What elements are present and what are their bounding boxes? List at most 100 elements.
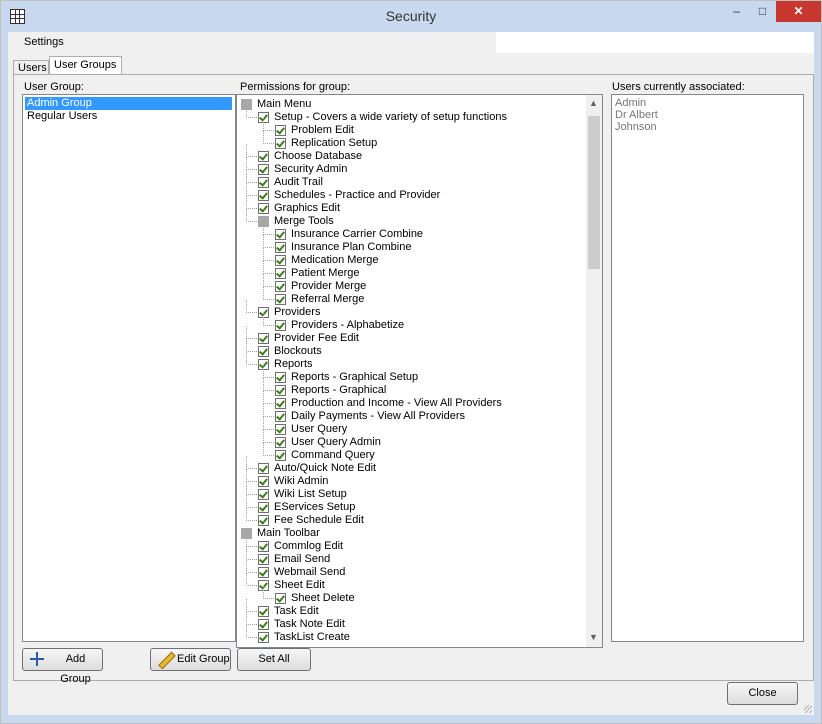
- tree-connector: [263, 390, 274, 391]
- add-group-label: Add Group: [60, 653, 91, 685]
- tree-node-label: Main Toolbar: [257, 527, 320, 539]
- tree-connector: [246, 364, 257, 365]
- tab-user-groups[interactable]: User Groups: [49, 56, 122, 75]
- list-item: Admin: [615, 97, 647, 109]
- tree-connector: [246, 534, 247, 547]
- checkbox[interactable]: [258, 619, 269, 630]
- minimize-button[interactable]: –: [724, 1, 749, 22]
- checkbox[interactable]: [275, 229, 286, 240]
- checkbox[interactable]: [275, 320, 286, 331]
- checkbox[interactable]: [258, 151, 269, 162]
- tree-connector: [246, 612, 247, 625]
- user-group-list[interactable]: Admin Group Regular Users: [22, 94, 236, 642]
- checkbox[interactable]: [258, 515, 269, 526]
- pencil-icon: [157, 651, 175, 667]
- tree-node-label: Task Edit: [274, 605, 319, 617]
- checkbox[interactable]: [258, 190, 269, 201]
- checkbox[interactable]: [275, 255, 286, 266]
- tree-connector: [246, 105, 247, 118]
- tree-node-label: Sheet Delete: [291, 592, 355, 604]
- checkbox[interactable]: [275, 437, 286, 448]
- tree-connector: [263, 391, 264, 404]
- tree-node-label: Graphics Edit: [274, 202, 341, 214]
- checkbox[interactable]: [275, 242, 286, 253]
- tree-node-label: Task Note Edit: [274, 618, 345, 630]
- tree-node-label: Sheet Edit: [274, 579, 325, 591]
- checkbox[interactable]: [275, 450, 286, 461]
- checkbox[interactable]: [258, 502, 269, 513]
- checkbox[interactable]: [275, 385, 286, 396]
- tree-node-label: Command Query: [291, 449, 375, 461]
- tree-connector: [246, 182, 257, 183]
- tree-connector: [263, 417, 264, 430]
- checkbox[interactable]: [275, 138, 286, 149]
- list-item: Johnson: [615, 121, 657, 133]
- checkbox[interactable]: [275, 398, 286, 409]
- set-all-button[interactable]: Set All: [237, 648, 311, 671]
- tree-connector: [263, 365, 264, 378]
- checkbox[interactable]: [275, 268, 286, 279]
- close-button[interactable]: Close: [727, 682, 798, 705]
- title-bar[interactable]: Security – □ ✕: [1, 1, 821, 32]
- checkbox[interactable]: [258, 632, 269, 643]
- tree-connector: [246, 599, 247, 612]
- permissions-tree[interactable]: Main Menu Setup - Covers a wide variety o…: [236, 94, 603, 648]
- checkbox[interactable]: [275, 294, 286, 305]
- tree-node-label: Daily Payments - View All Providers: [291, 410, 466, 422]
- tree-connector: [246, 352, 247, 365]
- checkbox[interactable]: [258, 177, 269, 188]
- scroll-up-arrow-icon[interactable]: ▲: [589, 98, 598, 108]
- checkbox[interactable]: [258, 463, 269, 474]
- window-close-button[interactable]: ✕: [776, 1, 821, 22]
- tree-connector: [246, 495, 247, 508]
- checkbox[interactable]: [258, 333, 269, 344]
- checkbox[interactable]: [275, 411, 286, 422]
- scroll-down-arrow-icon[interactable]: ▼: [589, 632, 598, 642]
- tree-connector: [246, 208, 257, 209]
- maximize-button[interactable]: □: [750, 1, 775, 22]
- checkbox[interactable]: [275, 281, 286, 292]
- checkbox[interactable]: [258, 346, 269, 357]
- tree-node-label: Main Menu: [257, 98, 312, 110]
- checkbox[interactable]: [258, 476, 269, 487]
- checkbox[interactable]: [258, 567, 269, 578]
- checkbox[interactable]: [275, 125, 286, 136]
- checkbox[interactable]: [258, 541, 269, 552]
- tree-node-label: Webmail Send: [274, 566, 346, 578]
- checkbox[interactable]: [258, 489, 269, 500]
- tree-scrollbar[interactable]: ▲ ▼: [586, 95, 602, 647]
- tree-node-label: Insurance Plan Combine: [291, 241, 412, 253]
- checkbox[interactable]: [275, 593, 286, 604]
- users-associated-list[interactable]: Admin Dr Albert Johnson: [611, 94, 804, 642]
- tree-node-label: Providers - Alphabetize: [291, 319, 405, 331]
- tree-connector: [246, 469, 247, 482]
- checkbox[interactable]: [275, 424, 286, 435]
- list-item[interactable]: Admin Group: [25, 97, 232, 110]
- tree-connector: [246, 196, 247, 209]
- checkbox[interactable]: [258, 606, 269, 617]
- tree-connector: [246, 573, 247, 586]
- add-group-button[interactable]: Add Group: [22, 648, 103, 685]
- resize-grip-icon[interactable]: [804, 705, 812, 713]
- list-item[interactable]: Regular Users: [25, 110, 232, 123]
- tree-connector: [263, 118, 264, 131]
- checkbox[interactable]: [258, 203, 269, 214]
- tree-connector: [246, 156, 257, 157]
- tree-connector: [246, 520, 257, 521]
- tree-connector: [246, 338, 257, 339]
- tab-users[interactable]: Users: [13, 60, 49, 75]
- tree-connector: [246, 209, 247, 222]
- tree-node-label: Providers: [274, 306, 321, 318]
- tree-node-label: Auto/Quick Note Edit: [274, 462, 377, 474]
- checkbox[interactable]: [258, 554, 269, 565]
- checkbox[interactable]: [275, 372, 286, 383]
- tree-connector: [263, 286, 274, 287]
- tree-node-label: Security Admin: [274, 163, 348, 175]
- scroll-thumb[interactable]: [588, 116, 600, 269]
- menu-settings[interactable]: Settings: [24, 36, 64, 48]
- checkbox[interactable]: [258, 164, 269, 175]
- tree-connector: [263, 442, 274, 443]
- tree-node-label: TaskList Create: [274, 631, 350, 643]
- tree-connector: [246, 559, 257, 560]
- edit-group-button[interactable]: Edit Group: [150, 648, 231, 671]
